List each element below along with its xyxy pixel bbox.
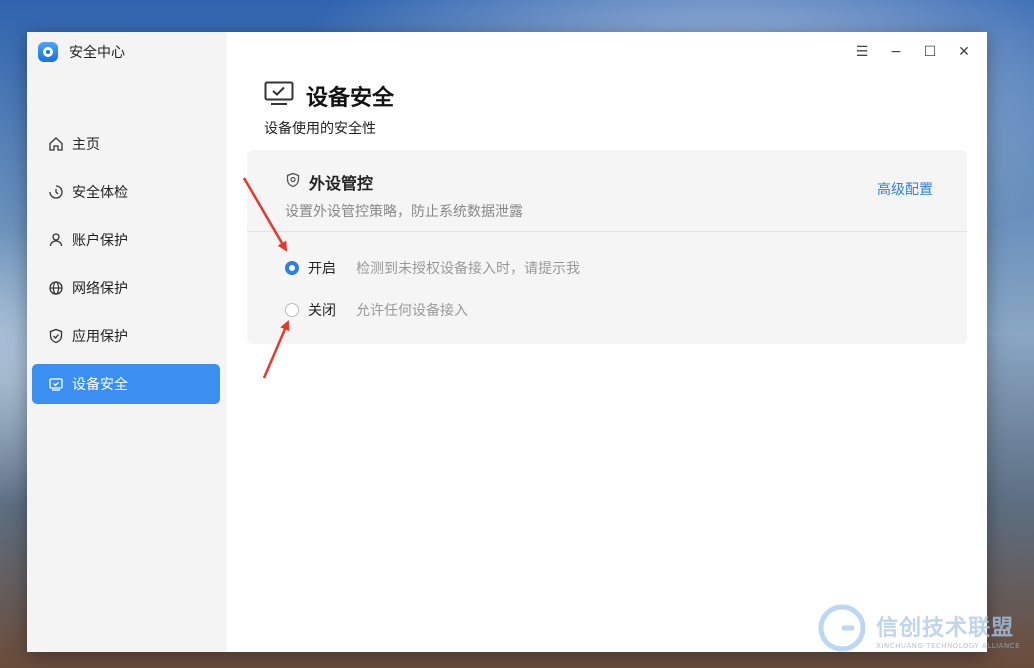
shield-check-icon xyxy=(48,328,64,344)
watermark-subtext: XINCHUANG TECHNOLOGY ALLIANCE xyxy=(876,642,1020,650)
watermark-text: 信创技术联盟 xyxy=(876,616,1015,641)
scan-icon xyxy=(48,184,64,200)
minimize-button[interactable]: − xyxy=(885,42,907,62)
sidebar-item-device-security[interactable]: 设备安全 xyxy=(32,364,220,404)
globe-icon xyxy=(48,280,64,296)
divider xyxy=(247,231,967,232)
watermark: 信创技术联盟 XINCHUANG TECHNOLOGY ALLIANCE xyxy=(818,604,1020,656)
option-description: 检测到未授权设备接入时，请提示我 xyxy=(356,261,580,277)
sidebar-item-app-protect[interactable]: 应用保护 xyxy=(32,316,220,356)
user-icon xyxy=(48,232,64,248)
sidebar-item-label: 安全体检 xyxy=(72,185,128,201)
maximize-button[interactable]: ☐ xyxy=(919,42,941,62)
monitor-check-icon xyxy=(264,81,294,111)
sidebar-item-label: 网络保护 xyxy=(72,281,128,297)
peripheral-control-card: 外设管控 设置外设管控策略，防止系统数据泄露 高级配置 开启 检测到未授权设备接… xyxy=(247,150,967,344)
option-description: 允许任何设备接入 xyxy=(356,303,468,319)
page-title: 设备安全 xyxy=(306,86,395,111)
radio-disable[interactable] xyxy=(285,303,299,317)
sidebar-item-label: 主页 xyxy=(72,137,100,153)
shield-icon xyxy=(285,172,301,192)
app-window: 安全中心 主页 安全体检 账户保护 网络保护 应用保护 设备安全 ☰ − ☐ ✕… xyxy=(27,32,987,652)
option-label: 开启 xyxy=(308,261,336,277)
menu-button[interactable]: ☰ xyxy=(851,42,873,62)
app-header: 安全中心 xyxy=(38,42,125,62)
window-controls: ☰ − ☐ ✕ xyxy=(851,42,975,62)
sidebar-item-label: 设备安全 xyxy=(72,377,128,393)
sidebar: 安全中心 主页 安全体检 账户保护 网络保护 应用保护 设备安全 xyxy=(27,32,227,652)
watermark-logo-icon xyxy=(818,604,866,656)
close-button[interactable]: ✕ xyxy=(953,42,975,62)
home-icon xyxy=(48,136,64,152)
sidebar-nav: 主页 安全体检 账户保护 网络保护 应用保护 设备安全 xyxy=(32,124,220,412)
option-enable[interactable]: 开启 检测到未授权设备接入时，请提示我 xyxy=(285,258,580,278)
option-disable[interactable]: 关闭 允许任何设备接入 xyxy=(285,300,468,320)
page-subtitle: 设备使用的安全性 xyxy=(264,121,376,137)
sidebar-item-scan[interactable]: 安全体检 xyxy=(32,172,220,212)
radio-enable[interactable] xyxy=(285,261,299,275)
sidebar-item-label: 应用保护 xyxy=(72,329,128,345)
option-label: 关闭 xyxy=(308,303,336,319)
sidebar-item-network[interactable]: 网络保护 xyxy=(32,268,220,308)
sidebar-item-label: 账户保护 xyxy=(72,233,128,249)
main-panel: ☰ − ☐ ✕ 设备安全 设备使用的安全性 外设管控 设置外设管控策略，防止系统… xyxy=(227,32,987,652)
card-description: 设置外设管控策略，防止系统数据泄露 xyxy=(285,204,523,220)
page-header: 设备安全 设备使用的安全性 xyxy=(264,80,394,138)
sidebar-item-account[interactable]: 账户保护 xyxy=(32,220,220,260)
app-logo-icon xyxy=(38,42,58,62)
app-title: 安全中心 xyxy=(69,45,125,61)
monitor-check-icon xyxy=(48,376,64,392)
advanced-config-link[interactable]: 高级配置 xyxy=(877,179,933,199)
card-title: 外设管控 xyxy=(309,174,374,193)
sidebar-item-home[interactable]: 主页 xyxy=(32,124,220,164)
